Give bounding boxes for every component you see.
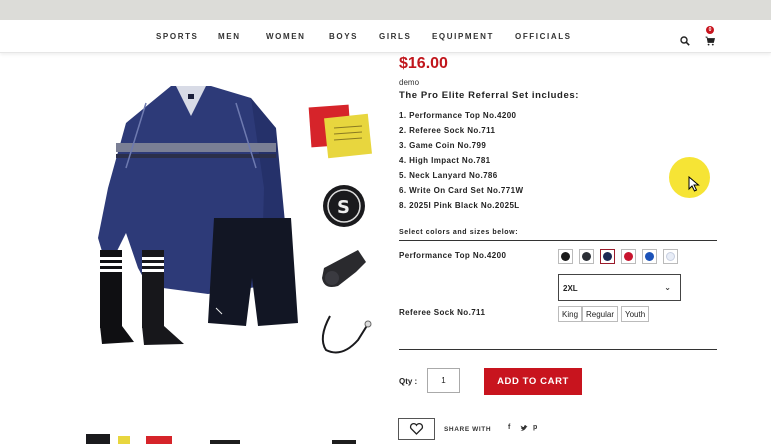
divider [399,349,717,350]
browser-top-strip [0,0,771,20]
cart-icon[interactable] [705,33,716,51]
include-item: 6. Write On Card Set No.771W [399,186,524,195]
store-label: demo [399,78,420,87]
heart-icon [409,423,424,435]
thumbnail-2[interactable] [118,436,130,444]
shorts-image [208,218,298,326]
pinterest-icon[interactable]: p [533,424,537,431]
sock-size-youth[interactable]: Youth [621,306,650,322]
sock-size-king[interactable]: King [558,306,583,322]
include-item: 2. Referee Sock No.711 [399,126,496,135]
main-nav: SPORTS MEN WOMEN BOYS GIRLS EQUIPMENT OF… [0,20,771,53]
quantity-input[interactable]: 1 [427,368,460,393]
color-swatch-royal[interactable] [642,249,657,264]
swatch-color [603,252,612,261]
twitter-icon[interactable] [520,424,528,434]
nav-women[interactable]: WOMEN [266,32,306,41]
referee-sock-label: Referee Sock No.711 [399,308,486,317]
share-label: SHARE WITH [444,426,492,433]
chevron-down-icon: ⌄ [664,283,671,292]
include-item: 1. Performance Top No.4200 [399,111,517,120]
include-item: 4. High Impact No.781 [399,156,491,165]
referee-cards-image [308,104,372,159]
color-swatch-red[interactable] [621,249,636,264]
color-swatch-black[interactable] [558,249,573,264]
sock-size-regular[interactable]: Regular [582,306,619,322]
performance-top-label: Performance Top No.4200 [399,251,507,260]
wishlist-button[interactable] [398,418,435,440]
color-swatch-charcoal[interactable] [579,249,594,264]
whistle-image [322,250,366,287]
game-coin-image: S [323,185,365,227]
nav-officials[interactable]: OFFICIALS [515,32,572,41]
nav-sports[interactable]: SPORTS [156,32,199,41]
svg-text:S: S [337,197,350,218]
product-price: $16.00 [399,55,448,72]
nav-men[interactable]: MEN [218,32,241,41]
thumbnail-1[interactable] [86,434,110,444]
swatch-color [624,252,633,261]
product-image[interactable]: S [86,68,376,368]
include-item: 8. 2025I Pink Black No.2025L [399,201,520,210]
cart-count-badge: 0 [706,26,714,34]
color-swatch-white[interactable] [663,249,678,264]
thumbnail-5[interactable] [332,440,356,444]
add-to-cart-button[interactable]: ADD TO CART [484,368,582,395]
qty-label: Qty : [399,377,418,386]
swatch-color [582,252,591,261]
search-icon[interactable] [680,33,690,51]
size-select-value: 2XL [563,284,578,293]
thumbnail-3[interactable] [146,436,172,444]
include-item: 3. Game Coin No.799 [399,141,487,150]
nav-equipment[interactable]: EQUIPMENT [432,32,494,41]
select-options-label: Select colors and sizes below: [399,229,519,236]
divider [399,240,717,241]
color-swatch-navy[interactable] [600,249,615,264]
mouse-cursor-icon [688,176,700,192]
nav-boys[interactable]: BOYS [329,32,358,41]
swatch-color [645,252,654,261]
thumbnail-4[interactable] [210,440,240,444]
facebook-icon[interactable]: f [508,424,510,431]
includes-title: The Pro Elite Referral Set includes: [399,90,579,101]
size-select[interactable]: 2XL ⌄ [558,274,681,301]
lanyard-image [321,315,372,354]
include-item: 5. Neck Lanyard No.786 [399,171,498,180]
thumbnail-strip[interactable] [82,430,372,444]
swatch-color [666,252,675,261]
nav-girls[interactable]: GIRLS [379,32,411,41]
swatch-color [561,252,570,261]
